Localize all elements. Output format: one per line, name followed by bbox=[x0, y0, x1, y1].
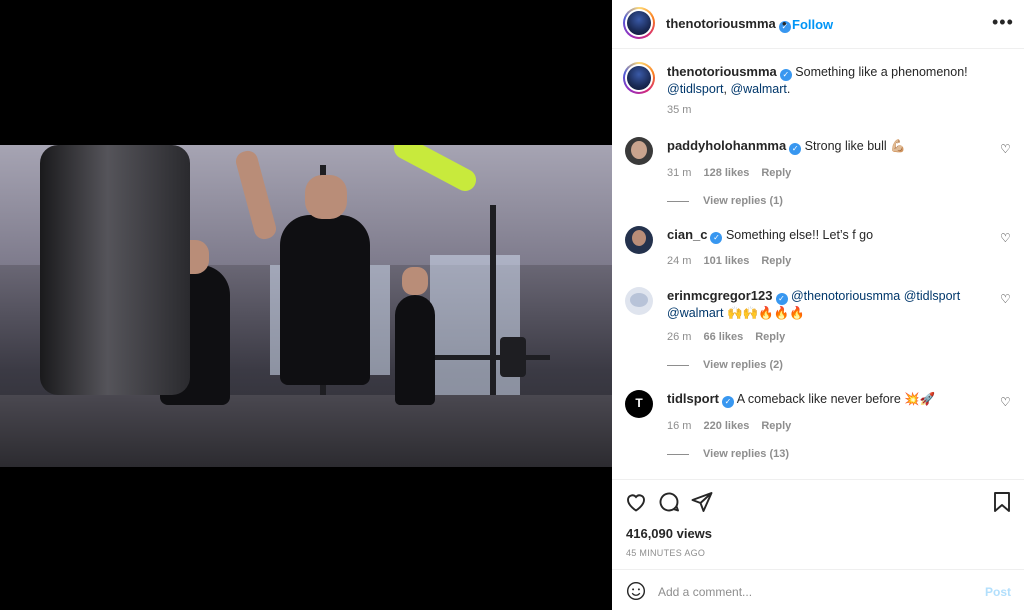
commenter-username[interactable]: cian_c bbox=[667, 227, 707, 242]
caption-comma: , bbox=[723, 82, 727, 96]
comment-body: Something else!! Let’s f go bbox=[725, 228, 874, 242]
comment-text: tidlsport ✓ A comeback like never before … bbox=[667, 391, 987, 408]
caption-period: . bbox=[786, 82, 791, 96]
video-barbell bbox=[420, 355, 550, 360]
heart-icon[interactable] bbox=[624, 490, 648, 514]
commenter-avatar[interactable]: T bbox=[625, 390, 653, 418]
separator-dot: • bbox=[782, 16, 787, 31]
post-timestamp: 45 MINUTES AGO bbox=[626, 548, 706, 558]
video-punching-bag bbox=[40, 145, 190, 395]
post-button[interactable]: Post bbox=[985, 585, 1011, 599]
video-person bbox=[395, 295, 435, 405]
mention-link[interactable]: @tidlsport bbox=[667, 82, 723, 96]
comment-body: A comeback like never before 💥🚀 bbox=[736, 392, 936, 406]
comment-like-icon[interactable]: ♡ bbox=[1000, 396, 1012, 408]
view-count[interactable]: 416,090 views bbox=[626, 526, 712, 541]
commenter-avatar[interactable] bbox=[625, 137, 653, 165]
video-rack bbox=[490, 205, 496, 405]
commenter-username[interactable]: tidlsport bbox=[667, 391, 719, 406]
caption-text: thenotoriousmma ✓ Something like a phenom… bbox=[667, 64, 987, 97]
comment-input[interactable]: Add a comment... bbox=[658, 585, 752, 599]
comment-meta: 26 m 66 likes Reply bbox=[667, 331, 797, 343]
mention-link[interactable]: @walmart bbox=[667, 306, 723, 320]
comment-text: cian_c ✓ Something else!! Let’s f go bbox=[667, 227, 987, 244]
comment-time: 24 m bbox=[667, 255, 692, 267]
verified-icon: ✓ bbox=[722, 396, 734, 408]
reply-button[interactable]: Reply bbox=[761, 255, 791, 267]
comment-text: erinmcgregor123 ✓ @thenotoriousmma @tidls… bbox=[667, 288, 987, 321]
caption-body: Something like a phenomenon! bbox=[795, 65, 968, 79]
comment-meta: 24 m 101 likes Reply bbox=[667, 255, 803, 267]
comment-icon[interactable] bbox=[657, 490, 681, 514]
comment-likes[interactable]: 128 likes bbox=[703, 167, 749, 179]
commenter-avatar[interactable] bbox=[625, 226, 653, 254]
comment-likes[interactable]: 220 likes bbox=[703, 420, 749, 432]
comment-like-icon[interactable]: ♡ bbox=[1000, 143, 1012, 155]
caption-avatar[interactable] bbox=[623, 62, 655, 94]
post-header: thenotoriousmma ✓ • Follow ••• bbox=[612, 0, 1024, 49]
view-replies-button[interactable]: View replies (2) bbox=[667, 359, 783, 371]
comment-composer: Add a comment... Post bbox=[612, 569, 1024, 610]
author-avatar[interactable] bbox=[623, 7, 655, 39]
comment-emojis: 🙌🙌🔥🔥🔥 bbox=[726, 306, 805, 320]
author-username[interactable]: thenotoriousmma bbox=[666, 16, 776, 31]
commenter-avatar[interactable] bbox=[625, 287, 653, 315]
view-replies-button[interactable]: View replies (1) bbox=[667, 195, 783, 207]
mention-link[interactable]: @thenotoriousmma bbox=[791, 289, 900, 303]
media-area bbox=[0, 0, 612, 610]
post-panel: thenotoriousmma ✓ • Follow ••• thenotorio… bbox=[612, 0, 1024, 610]
share-icon[interactable] bbox=[690, 490, 714, 514]
commenter-username[interactable]: erinmcgregor123 bbox=[667, 288, 773, 303]
video-fighter bbox=[280, 215, 370, 385]
verified-icon: ✓ bbox=[789, 143, 802, 155]
action-bar: 416,090 views 45 MINUTES AGO bbox=[612, 479, 1024, 569]
video-plate bbox=[500, 337, 526, 377]
emoji-icon[interactable] bbox=[626, 581, 646, 601]
mention-link[interactable]: @walmart bbox=[730, 82, 786, 96]
mention-link[interactable]: @tidlsport bbox=[904, 289, 960, 303]
reply-button[interactable]: Reply bbox=[761, 167, 791, 179]
caption: thenotoriousmma ✓ Something like a phenom… bbox=[612, 62, 1024, 122]
follow-button[interactable]: Follow bbox=[792, 17, 833, 32]
comment-time: 26 m bbox=[667, 331, 692, 343]
more-options-icon[interactable]: ••• bbox=[992, 12, 1014, 33]
comment-body: Strong like bull 💪🏼 bbox=[804, 139, 906, 153]
comment-likes[interactable]: 101 likes bbox=[703, 255, 749, 267]
bookmark-icon[interactable] bbox=[990, 490, 1014, 514]
video-floor bbox=[0, 395, 612, 467]
comment-item: T tidlsport ✓ A comeback like never befor… bbox=[612, 390, 1024, 465]
comment-time: 31 m bbox=[667, 167, 692, 179]
video-player[interactable] bbox=[0, 145, 612, 467]
comment-item: cian_c ✓ Something else!! Let’s f go ♡ 24… bbox=[612, 226, 1024, 267]
view-replies-button[interactable]: View replies (13) bbox=[667, 448, 789, 460]
comment-like-icon[interactable]: ♡ bbox=[1000, 293, 1012, 305]
comment-item: erinmcgregor123 ✓ @thenotoriousmma @tidls… bbox=[612, 287, 1024, 377]
reply-button[interactable]: Reply bbox=[761, 420, 791, 432]
comment-time: 16 m bbox=[667, 420, 692, 432]
comment-item: paddyholohanmma ✓ Strong like bull 💪🏼 ♡ 3… bbox=[612, 137, 1024, 212]
commenter-username[interactable]: paddyholohanmma bbox=[667, 138, 786, 153]
verified-icon: ✓ bbox=[779, 69, 792, 81]
verified-icon: ✓ bbox=[710, 232, 723, 244]
caption-time: 35 m bbox=[667, 104, 692, 116]
comment-like-icon[interactable]: ♡ bbox=[1000, 232, 1012, 244]
comment-meta: 16 m 220 likes Reply bbox=[667, 420, 803, 432]
reply-button[interactable]: Reply bbox=[755, 331, 785, 343]
comment-meta: 31 m 128 likes Reply bbox=[667, 167, 803, 179]
verified-icon: ✓ bbox=[775, 293, 788, 305]
comment-likes[interactable]: 66 likes bbox=[703, 331, 743, 343]
video-person-head bbox=[402, 267, 428, 295]
caption-username[interactable]: thenotoriousmma bbox=[667, 64, 777, 79]
comment-text: paddyholohanmma ✓ Strong like bull 💪🏼 bbox=[667, 138, 987, 155]
video-fighter-head bbox=[305, 175, 347, 219]
